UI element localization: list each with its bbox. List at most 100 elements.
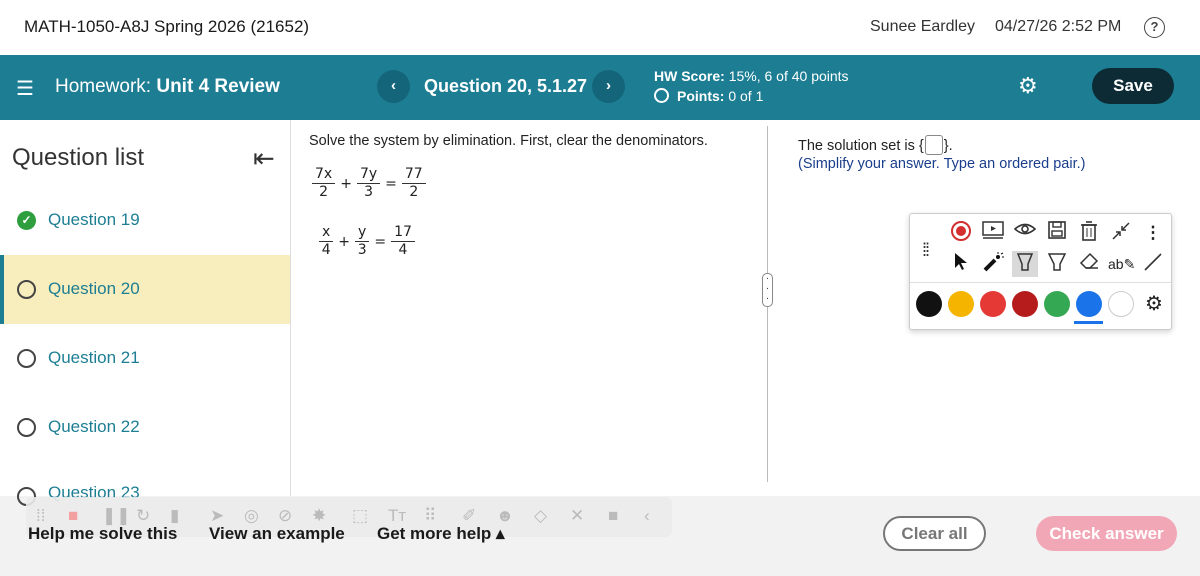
answer-prefix: The solution set is bbox=[798, 138, 915, 154]
color-swatch-black[interactable] bbox=[916, 291, 942, 317]
color-swatch-dark-red[interactable] bbox=[1012, 291, 1038, 317]
question-label: Question 21 bbox=[48, 348, 140, 367]
select-box-icon[interactable]: ⬚ bbox=[352, 506, 368, 526]
more-icon[interactable]: ⋮ bbox=[1140, 220, 1166, 246]
eq1-numerator-3: 77 bbox=[401, 166, 426, 184]
eraser-icon[interactable]: ◇ bbox=[534, 506, 547, 526]
answer-line: The solution set is {}. bbox=[798, 135, 953, 155]
eq1-denominator-3: 2 bbox=[409, 184, 419, 200]
line-icon[interactable] bbox=[1140, 251, 1166, 277]
homework-heading: Homework: Unit 4 Review bbox=[55, 76, 280, 98]
open-circle-icon bbox=[17, 418, 36, 437]
record-icon[interactable] bbox=[948, 220, 974, 246]
text-icon[interactable]: ab✎ bbox=[1108, 251, 1135, 277]
question-label: Question 20 bbox=[48, 279, 140, 298]
eye-icon[interactable] bbox=[1012, 220, 1038, 246]
color-swatch-white[interactable] bbox=[1108, 291, 1134, 317]
save-button[interactable]: Save bbox=[1092, 68, 1174, 104]
pause-icon[interactable]: ❚❚ bbox=[102, 506, 131, 526]
eq1-equals: = bbox=[385, 175, 397, 192]
eq1-denominator-2: 3 bbox=[364, 184, 373, 200]
hw-score: HW Score: 15%, 6 of 40 points bbox=[654, 68, 849, 84]
answer-input[interactable] bbox=[924, 135, 943, 155]
pointer-icon[interactable] bbox=[948, 251, 974, 277]
eq2-denominator-2: 3 bbox=[357, 242, 367, 258]
previous-question-button[interactable]: ‹ bbox=[377, 70, 410, 103]
toolbox-settings-gear-icon[interactable]: ⚙ bbox=[1141, 291, 1167, 317]
restart-icon[interactable]: ↻ bbox=[136, 506, 150, 526]
color-swatch-blue[interactable] bbox=[1076, 291, 1102, 317]
zoom-icon[interactable]: ⊘ bbox=[278, 506, 292, 526]
equation-1: 7x 2 + 7y 3 = 77 2 bbox=[309, 166, 429, 201]
points-value: 0 of 1 bbox=[728, 88, 764, 104]
question-item-19[interactable]: ✓ Question 19 bbox=[0, 186, 290, 255]
target-icon[interactable]: ◎ bbox=[244, 506, 259, 526]
selected-color-indicator bbox=[1074, 321, 1103, 324]
draw-icon[interactable]: ✐ bbox=[462, 506, 476, 526]
course-title: MATH-1050-A8J Spring 2026 (21652) bbox=[24, 17, 310, 36]
grid-icon[interactable]: ⠿ bbox=[424, 506, 436, 526]
check-answer-button[interactable]: Check answer bbox=[1036, 516, 1177, 551]
help-icon[interactable]: ? bbox=[1144, 17, 1165, 38]
save-disk-icon[interactable] bbox=[1044, 220, 1070, 246]
shrink-icon[interactable] bbox=[1108, 220, 1134, 246]
hw-score-label: HW Score: bbox=[654, 68, 725, 84]
eraser-icon[interactable] bbox=[1076, 251, 1102, 277]
collapse-sidebar-icon[interactable]: ⇤ bbox=[253, 143, 275, 174]
mute-icon[interactable]: ✕ bbox=[570, 506, 584, 526]
points: Points: 0 of 1 bbox=[654, 88, 763, 104]
question-item-22[interactable]: Question 22 bbox=[0, 393, 290, 462]
problem-prompt: Solve the system by elimination. First, … bbox=[309, 133, 708, 149]
question-label: Question 19 bbox=[48, 210, 140, 229]
eq1-numerator-1: 7x bbox=[312, 166, 336, 184]
help-me-solve-button[interactable]: Help me solve this bbox=[28, 524, 177, 544]
question-title: Question 20, 5.1.27 bbox=[424, 76, 588, 96]
eq2-plus: + bbox=[338, 233, 351, 250]
collapse-icon[interactable]: ‹ bbox=[644, 506, 650, 526]
question-label: Question 22 bbox=[48, 417, 140, 436]
question-list-title: Question list bbox=[12, 144, 145, 171]
close-brace: }. bbox=[943, 138, 953, 154]
pane-resize-handle[interactable]: · · · bbox=[762, 273, 773, 307]
open-circle-icon bbox=[17, 280, 36, 299]
homework-label: Homework: bbox=[55, 76, 152, 97]
view-example-button[interactable]: View an example bbox=[209, 524, 345, 544]
trash-icon[interactable] bbox=[1076, 220, 1102, 246]
eq2-numerator-1: x bbox=[319, 224, 334, 242]
text-size-icon[interactable]: Tт bbox=[388, 506, 406, 526]
clear-all-button[interactable]: Clear all bbox=[883, 516, 986, 551]
highlighter-icon[interactable] bbox=[1012, 251, 1038, 277]
marker-icon[interactable] bbox=[1044, 251, 1070, 277]
homework-bar: ☰ Homework: Unit 4 Review ‹ Question 20,… bbox=[0, 55, 1200, 120]
color-swatch-yellow[interactable] bbox=[948, 291, 974, 317]
question-item-21[interactable]: Question 21 bbox=[0, 324, 290, 393]
menu-icon[interactable]: ☰ bbox=[16, 76, 34, 101]
camera-icon[interactable]: ■ bbox=[608, 506, 618, 526]
user-name[interactable]: Sunee Eardley bbox=[870, 18, 975, 36]
question-list-sidebar: Question list ⇤ ✓ Question 19 Question 2… bbox=[0, 120, 291, 500]
emoji-icon[interactable]: ☻ bbox=[496, 506, 514, 526]
drag-grip-icon[interactable]: ⁞⁞ bbox=[922, 240, 930, 261]
eq1-denominator-1: 2 bbox=[319, 184, 329, 200]
question-item-20[interactable]: Question 20 bbox=[0, 255, 290, 324]
eq1-plus: + bbox=[340, 175, 352, 192]
get-more-help-button[interactable]: Get more help ▴ bbox=[377, 524, 505, 544]
datetime: 04/27/26 2:52 PM bbox=[995, 18, 1122, 35]
equation-2: x4 + y3 = 17 4 bbox=[316, 224, 418, 259]
homework-title: Unit 4 Review bbox=[156, 76, 280, 97]
hw-score-value: 15%, 6 of 40 points bbox=[728, 68, 849, 84]
settings-gear-icon[interactable]: ⚙ bbox=[1018, 73, 1038, 99]
trash-icon[interactable]: ▮ bbox=[170, 506, 179, 526]
next-question-button[interactable]: › bbox=[592, 70, 625, 103]
sparkle-icon[interactable]: ✸ bbox=[312, 506, 326, 526]
points-label: Points: bbox=[677, 88, 725, 104]
annotation-toolbox: ⁞⁞ ⋮ ab✎ ⚙ bbox=[909, 213, 1173, 330]
pointer-icon[interactable]: ➤ bbox=[210, 506, 224, 526]
record-icon[interactable]: ■ bbox=[68, 506, 78, 526]
screen-icon[interactable] bbox=[980, 220, 1006, 246]
color-swatch-green[interactable] bbox=[1044, 291, 1070, 317]
color-swatch-red[interactable] bbox=[980, 291, 1006, 317]
drag-grip-icon[interactable]: ⁞⁞ bbox=[36, 506, 45, 526]
laser-icon[interactable] bbox=[980, 251, 1006, 277]
points-circle-icon bbox=[654, 88, 669, 103]
